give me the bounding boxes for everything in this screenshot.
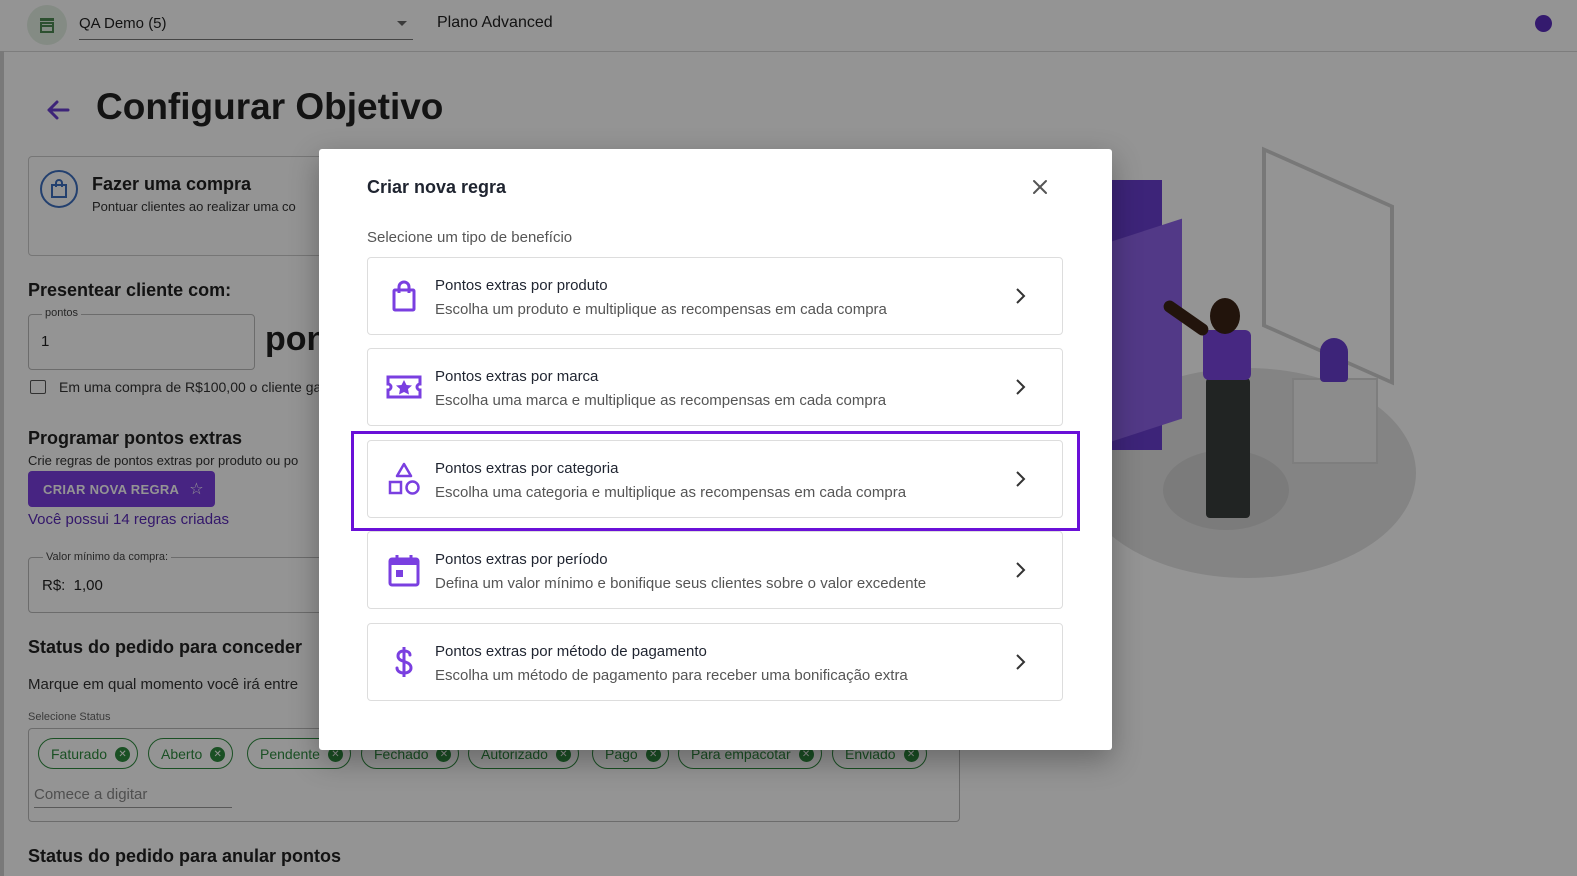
- option-title: Pontos extras por marca: [435, 368, 599, 385]
- ticket-star-icon: [386, 369, 422, 405]
- option-title: Pontos extras por produto: [435, 277, 608, 294]
- option-description: Defina um valor mínimo e bonifique seus …: [435, 575, 927, 592]
- option-description: Escolha um produto e multiplique as reco…: [435, 301, 887, 318]
- modal-title: Criar nova regra: [367, 177, 507, 197]
- option-period[interactable]: Pontos extras por período Defina um valo…: [367, 531, 1063, 609]
- calendar-icon: [386, 552, 422, 588]
- option-brand[interactable]: Pontos extras por marca Escolha uma marc…: [367, 348, 1063, 426]
- chevron-right-icon: [1008, 284, 1032, 308]
- option-description: Escolha uma marca e multiplique as recom…: [435, 392, 887, 409]
- chevron-right-icon: [1008, 650, 1032, 674]
- dollar-icon: [386, 644, 422, 680]
- option-title: Pontos extras por período: [435, 551, 608, 568]
- selection-highlight: [351, 431, 1080, 531]
- option-product[interactable]: Pontos extras por produto Escolha um pro…: [367, 257, 1063, 335]
- close-icon[interactable]: [1026, 173, 1054, 201]
- chevron-right-icon: [1008, 375, 1032, 399]
- option-payment-method[interactable]: Pontos extras por método de pagamento Es…: [367, 623, 1063, 701]
- shopping-bag-icon: [386, 278, 422, 314]
- option-title: Pontos extras por método de pagamento: [435, 643, 707, 660]
- modal-subtitle: Selecione um tipo de benefício: [367, 229, 573, 246]
- chevron-right-icon: [1008, 558, 1032, 582]
- option-description: Escolha um método de pagamento para rece…: [435, 667, 908, 684]
